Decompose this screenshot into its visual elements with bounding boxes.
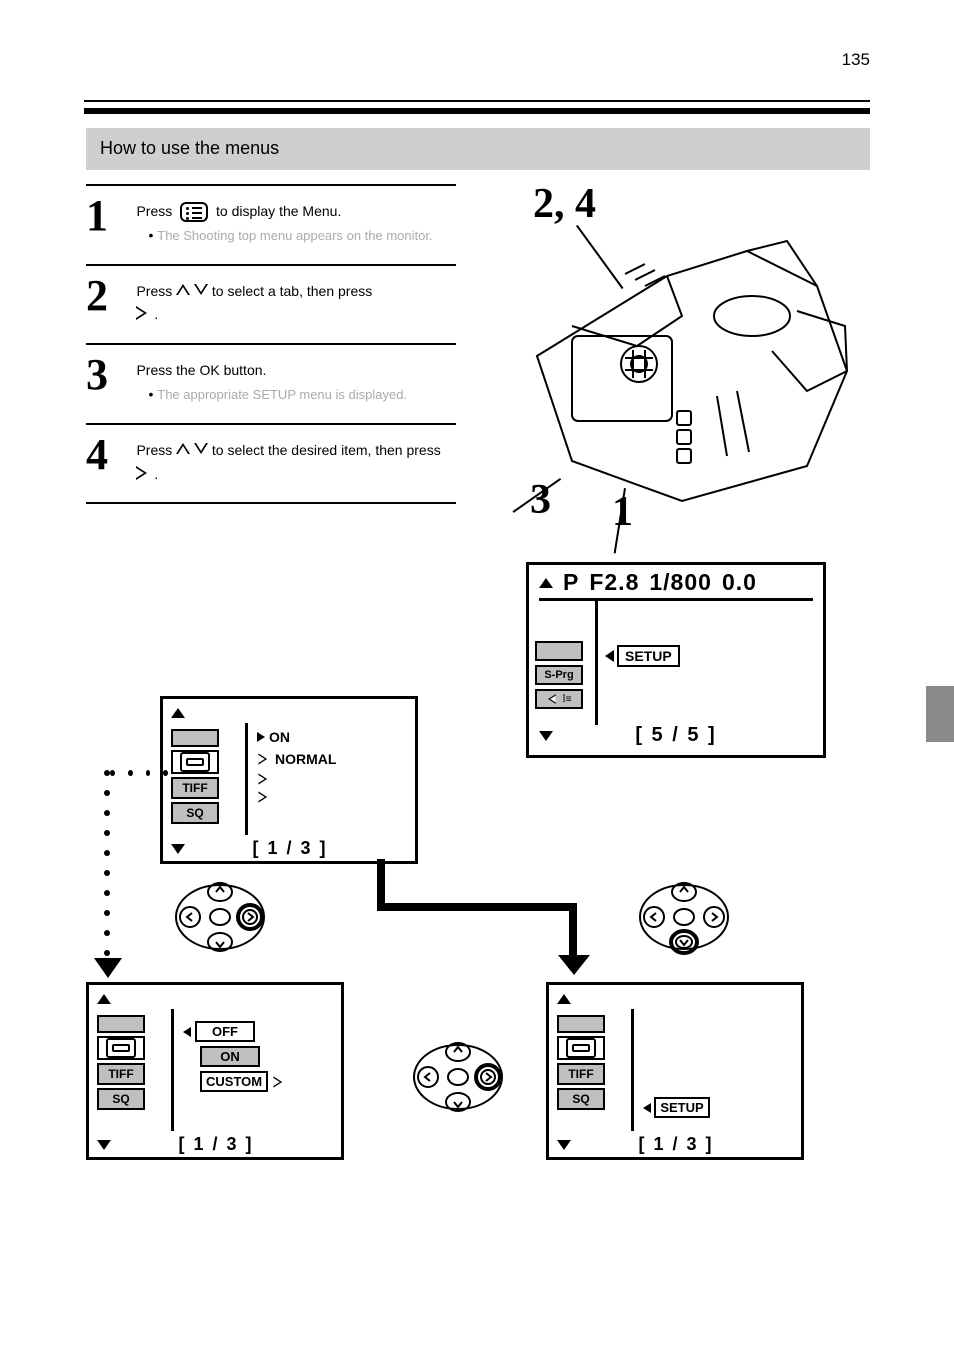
step-3-text: Press the OK button. <box>136 362 266 378</box>
flow-dotted <box>104 770 114 966</box>
step-1-text-a: Press <box>136 203 176 219</box>
callout-2-4: 2, 4 <box>533 180 596 228</box>
camera-illustration <box>517 216 862 511</box>
menu-item-tiff: TIFF <box>97 1063 145 1085</box>
arrow-right-icon <box>136 307 150 319</box>
step-1-text-b: to display the Menu. <box>216 203 341 219</box>
lcd-menu-panel-c: TIFF SQ OFF ON CUSTOM [ 1 / 3 ] <box>86 982 344 1160</box>
page-indicator: [ 1 / 3 ] <box>571 1134 781 1155</box>
normal-label: NORMAL <box>275 751 336 767</box>
arrow-right-icon <box>258 754 269 764</box>
arrow-right-icon <box>274 1077 285 1087</box>
menu-button-icon <box>180 202 208 222</box>
arrow-up-icon <box>97 994 111 1004</box>
menu-item-blank <box>171 729 219 747</box>
page-indicator: [ 1 / 3 ] <box>111 1134 321 1155</box>
step-2-text-a: Press <box>136 283 176 299</box>
menu-tab-adjust: ⁞≡ <box>535 689 583 709</box>
menu-item-rec <box>557 1036 605 1060</box>
menu-item-blank <box>557 1015 605 1033</box>
menu-item-tiff: TIFF <box>557 1063 605 1085</box>
section-title: How to use the menus <box>86 128 870 170</box>
menu-item-sq: SQ <box>557 1088 605 1110</box>
step-1: 1 Press to display the Menu. • The Shoot… <box>86 184 456 264</box>
dpad-icon <box>636 878 732 956</box>
arrow-down-icon <box>171 844 185 854</box>
arrow-right-icon <box>258 774 269 784</box>
dpad-icon <box>172 878 268 956</box>
step-4: 4 Press to select the desired item, then… <box>86 423 456 505</box>
arrow-left-icon <box>643 1103 651 1113</box>
page-indicator: [ 5 / 5 ] <box>635 724 716 747</box>
on-chip: ON <box>200 1046 260 1067</box>
lcd-menu-panel-d: TIFF SQ SETUP [ 1 / 3 ] <box>546 982 804 1160</box>
header-rule-thin <box>84 100 870 102</box>
off-chip: OFF <box>195 1021 255 1042</box>
step-1-note: The Shooting top menu appears on the mon… <box>157 228 432 243</box>
arrow-right-icon <box>257 732 265 742</box>
setup-chip: SETUP <box>654 1097 710 1118</box>
step-4-text-c: . <box>154 466 158 482</box>
arrow-up-icon <box>171 708 185 718</box>
step-number: 2 <box>86 274 132 318</box>
aperture: F2.8 <box>589 569 639 596</box>
arrow-down-icon <box>557 1140 571 1150</box>
menu-item-blank <box>97 1015 145 1033</box>
step-3-note: The appropriate SETUP menu is displayed. <box>157 387 407 402</box>
arrow-right-icon <box>258 792 269 802</box>
step-2: 2 Press to select a tab, then press . <box>86 264 456 344</box>
arrow-left-icon <box>605 650 614 662</box>
step-4-text-a: Press <box>136 442 176 458</box>
mode-p: P <box>563 569 579 596</box>
arrow-right-icon <box>136 467 150 479</box>
lcd-menu-panel-b: TIFF SQ ON NORMAL [ 1 / 3 ] <box>160 696 418 864</box>
page-number: 135 <box>842 50 870 70</box>
menu-item-rec <box>171 750 219 774</box>
menu-item-sq: SQ <box>171 802 219 824</box>
step-number: 1 <box>86 194 132 238</box>
callout-3: 3 <box>530 476 551 524</box>
shutter: 1/800 <box>649 569 712 596</box>
arrow-up-icon <box>557 994 571 1004</box>
flow-line <box>569 903 577 961</box>
arrow-up-icon <box>539 578 553 588</box>
menu-tab-blank <box>535 641 583 661</box>
step-3: 3 Press the OK button. • The appropriate… <box>86 343 456 423</box>
step-2-text-c: . <box>154 306 158 322</box>
arrow-left-icon <box>183 1027 191 1037</box>
page-indicator: [ 1 / 3 ] <box>185 838 395 859</box>
header-rule-thick <box>84 108 870 114</box>
arrow-down-icon <box>97 1140 111 1150</box>
flow-line <box>377 903 577 911</box>
menu-item-sq: SQ <box>97 1088 145 1110</box>
arrow-up-icon <box>176 284 190 296</box>
flow-arrowhead <box>558 955 590 980</box>
arrow-up-icon <box>176 443 190 455</box>
dpad-icon <box>410 1038 506 1116</box>
ev: 0.0 <box>722 569 757 596</box>
flow-dotted <box>110 770 168 780</box>
step-number: 4 <box>86 433 132 477</box>
on-label: ON <box>269 729 290 745</box>
menu-tab-sprg: S-Prg <box>535 665 583 685</box>
menu-item-rec <box>97 1036 145 1060</box>
step-2-text-b: to select a tab, then press <box>212 283 372 299</box>
arrow-down-icon <box>539 731 553 741</box>
lcd-top-menu: P F2.8 1/800 0.0 S-Prg ⁞≡ SETUP [ 5 <box>526 562 826 758</box>
thumb-tab <box>926 686 954 742</box>
steps-list: 1 Press to display the Menu. • The Shoot… <box>86 184 456 504</box>
custom-chip: CUSTOM <box>200 1071 268 1092</box>
flow-arrowhead <box>94 958 122 983</box>
arrow-down-icon <box>194 284 208 296</box>
arrow-down-icon <box>194 443 208 455</box>
step-4-text-b: to select the desired item, then press <box>212 442 441 458</box>
setup-chip: SETUP <box>617 645 680 667</box>
step-number: 3 <box>86 353 132 397</box>
menu-item-tiff: TIFF <box>171 777 219 799</box>
